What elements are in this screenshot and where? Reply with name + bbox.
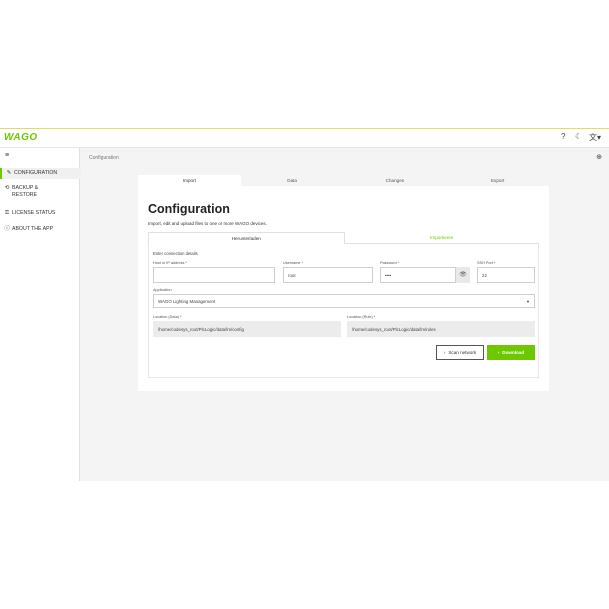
tab-import[interactable]: Import (138, 175, 241, 186)
location-data-field: /home/codesys_root/PlcLogic/data/lm/conf… (153, 321, 341, 337)
chevron-right-icon: › (497, 350, 500, 355)
sidebar: ≡ ✎ CONFIGURATION ⟲ BACKUP & RESTORE ⚿ L… (0, 148, 81, 481)
config-card: Import Data Changes Export Configuration… (138, 175, 549, 391)
inner-tabs: Herunterladen Importieren (148, 232, 539, 244)
main-area: Configuration ⊕ Import Data Changes Expo… (80, 148, 609, 481)
wago-logo: WAGO (4, 132, 38, 143)
tab-importieren[interactable]: Importieren (344, 232, 539, 244)
page-title: Configuration (148, 202, 230, 216)
host-input[interactable] (153, 267, 275, 283)
breadcrumb: Configuration (89, 155, 119, 161)
help-icon[interactable]: ? (561, 132, 565, 141)
location-rule-field: /home/codesys_root/PlcLogic/data/lm/rule… (347, 321, 535, 337)
ssh-port-input[interactable]: 22 (477, 267, 535, 283)
page-subtitle: Import, edit and upload files to one or … (148, 221, 267, 226)
host-label: Host or IP address * (153, 261, 187, 265)
zoom-icon[interactable]: ⊕ (596, 153, 602, 161)
chevron-right-icon: › (443, 350, 446, 355)
download-label: Download (502, 350, 525, 355)
hamburger-icon[interactable]: ≡ (5, 152, 9, 159)
tab-herunterladen[interactable]: Herunterladen (148, 232, 345, 244)
application-label: Application (153, 288, 172, 292)
sidebar-item-label: ABOUT THE APP (12, 226, 54, 232)
tab-changes[interactable]: Changes (344, 175, 447, 186)
chevron-down-icon: ▼ (526, 298, 530, 304)
section-title: Enter connection details (153, 251, 198, 256)
sidebar-item-license-status[interactable]: ⚿ LICENSE STATUS (0, 209, 79, 217)
top-bar: WAGO ? ☾ 文▾ (0, 129, 609, 148)
pencil-icon: ✎ (6, 170, 12, 176)
ssh-port-label: SSH Port * (477, 261, 496, 265)
location-rule-label: Location (Rule) * (347, 315, 376, 319)
username-label: Username * (283, 261, 304, 265)
password-label: Password * (380, 261, 400, 265)
sidebar-item-label: CONFIGURATION (14, 170, 58, 176)
tab-data[interactable]: Data (241, 175, 344, 186)
location-data-label: Location (Data) * (153, 315, 182, 319)
application-value: WAGO Lighting Management (158, 298, 216, 304)
download-button[interactable]: › Download (487, 345, 535, 360)
app-window: WAGO ? ☾ 文▾ ≡ ✎ CONFIGURATION ⟲ BACKUP &… (0, 128, 609, 481)
scan-network-button[interactable]: › Scan network (436, 345, 484, 360)
info-icon: ⓘ (4, 226, 10, 232)
eye-icon[interactable]: 👁 (456, 267, 470, 283)
sidebar-item-about[interactable]: ⓘ ABOUT THE APP (0, 225, 79, 233)
moon-icon[interactable]: ☾ (575, 132, 582, 141)
scan-network-label: Scan network (448, 350, 477, 355)
connection-panel: Herunterladen Importieren Enter connecti… (148, 232, 539, 378)
sidebar-item-configuration[interactable]: ✎ CONFIGURATION (0, 168, 81, 179)
language-icon[interactable]: 文▾ (589, 132, 601, 143)
username-input[interactable]: root (283, 267, 373, 283)
sidebar-item-label: BACKUP & RESTORE (12, 185, 39, 198)
top-tabs: Import Data Changes Export (138, 175, 549, 186)
sidebar-item-backup-restore[interactable]: ⟲ BACKUP & RESTORE (0, 185, 79, 201)
backup-icon: ⟲ (4, 185, 10, 191)
application-select[interactable]: WAGO Lighting Management ▼ (153, 294, 535, 308)
key-icon: ⚿ (4, 210, 10, 216)
tab-export[interactable]: Export (446, 175, 549, 186)
sidebar-item-label: LICENSE STATUS (12, 210, 56, 216)
password-input[interactable]: •••• (380, 267, 456, 283)
